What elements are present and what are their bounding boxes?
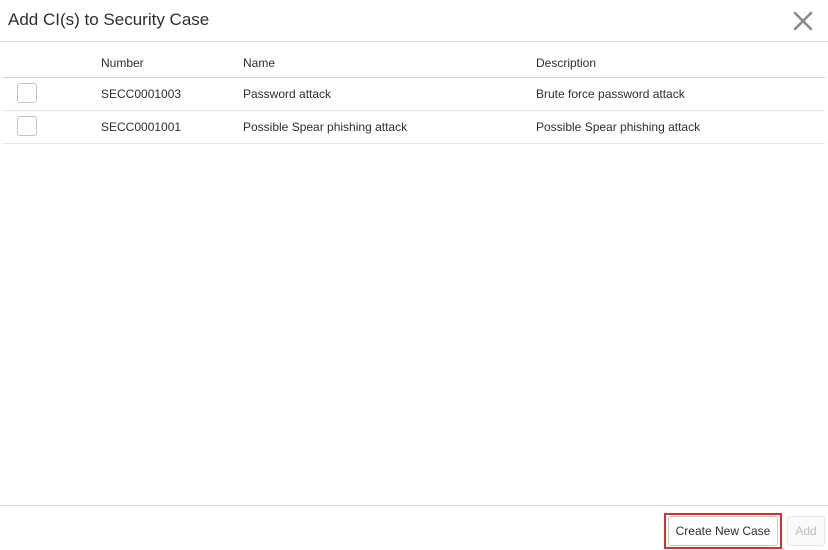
dialog-header: Add CI(s) to Security Case: [0, 0, 828, 42]
column-header-name: Name: [243, 56, 276, 70]
row-number: SECC0001001: [101, 120, 182, 134]
row-description: Brute force password attack: [536, 87, 685, 101]
table-row[interactable]: SECC0001003 Password attack Brute force …: [3, 78, 825, 111]
dialog-title: Add CI(s) to Security Case: [8, 10, 210, 29]
table-row[interactable]: SECC0001001 Possible Spear phishing atta…: [3, 111, 825, 144]
column-header-description: Description: [536, 56, 597, 70]
table-header: Number Name Description: [3, 50, 825, 78]
row-checkbox[interactable]: [17, 83, 37, 103]
row-checkbox[interactable]: [17, 116, 37, 136]
row-name: Password attack: [243, 87, 332, 101]
add-button[interactable]: Add: [787, 516, 825, 546]
close-button[interactable]: [790, 8, 816, 34]
close-icon: [793, 11, 813, 31]
dialog-footer: Create New Case Add: [0, 505, 828, 550]
row-description: Possible Spear phishing attack: [536, 120, 701, 134]
column-header-number: Number: [101, 56, 144, 70]
row-number: SECC0001003: [101, 87, 182, 101]
row-name: Possible Spear phishing attack: [243, 120, 408, 134]
create-new-case-button[interactable]: Create New Case: [668, 516, 778, 546]
